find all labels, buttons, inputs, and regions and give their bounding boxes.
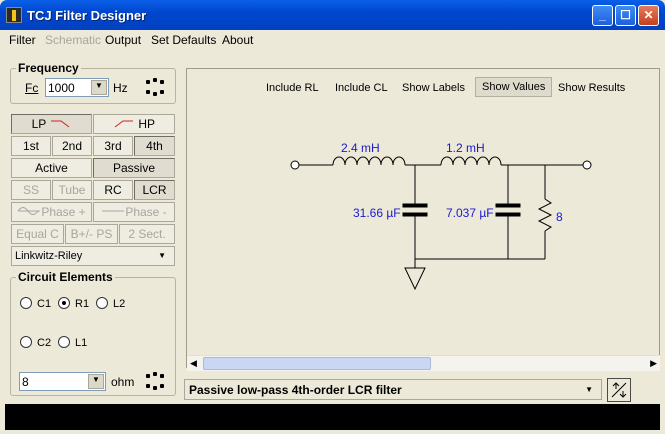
- swap-arrows-icon: [611, 382, 627, 398]
- flat-line-icon: [102, 210, 125, 212]
- chevron-down-icon[interactable]: ▼: [91, 80, 107, 95]
- order-4th-button[interactable]: 4th: [134, 136, 175, 156]
- menu-filter[interactable]: Filter: [9, 33, 36, 47]
- c2-value: 7.037 µF: [446, 206, 494, 220]
- menu-output[interactable]: Output: [105, 33, 141, 47]
- input-terminal: [290, 160, 300, 170]
- c1-value: 31.66 µF: [353, 206, 401, 220]
- radio-l1-label: L1: [75, 337, 88, 349]
- maximize-icon: ☐: [620, 8, 631, 22]
- capacitor-c1-bottom: [402, 212, 428, 217]
- passive-button[interactable]: Passive: [93, 158, 175, 178]
- radio-r1-label: R1: [75, 298, 90, 310]
- close-icon: ✕: [643, 8, 654, 22]
- window-title: TCJ Filter Designer: [27, 8, 147, 23]
- frequency-label: Frequency: [16, 61, 81, 75]
- swap-direction-button[interactable]: [607, 378, 631, 402]
- inductor-l2: [440, 156, 502, 166]
- frequency-combo[interactable]: 1000 ▼: [45, 78, 109, 97]
- order-3rd-button[interactable]: 3rd: [93, 136, 133, 156]
- lp-button[interactable]: LP: [11, 114, 92, 134]
- ss-button[interactable]: SS: [11, 180, 51, 200]
- alignment-value: Linkwitz-Riley: [15, 250, 83, 262]
- radio-r1[interactable]: [58, 297, 70, 309]
- lowpass-icon: [51, 120, 70, 128]
- element-unit: ohm: [111, 375, 135, 389]
- fc-label: Fc: [25, 81, 39, 95]
- chevron-down-icon[interactable]: ▼: [88, 374, 104, 389]
- radio-c2[interactable]: [20, 336, 32, 348]
- minimize-button[interactable]: _: [592, 5, 613, 26]
- description-value: Passive low-pass 4th-order LCR filter: [189, 383, 402, 397]
- phase-plus-button[interactable]: Phase +: [11, 202, 92, 222]
- minimize-icon: _: [599, 8, 606, 22]
- alignment-combo[interactable]: Linkwitz-Riley ▼: [11, 246, 175, 266]
- app-icon: [6, 7, 22, 23]
- element-value: 8: [22, 375, 29, 389]
- schematic-panel: Include RL Include CL Show Labels Show V…: [186, 68, 660, 368]
- menu-schematic[interactable]: Schematic: [45, 33, 101, 47]
- description-combo[interactable]: Passive low-pass 4th-order LCR filter ▼: [184, 379, 602, 400]
- l1-value: 2.4 mH: [341, 141, 380, 155]
- frequency-spinner[interactable]: [146, 78, 172, 98]
- status-bar: [5, 404, 660, 430]
- capacitor-c1-top: [402, 203, 428, 208]
- phase-minus-button[interactable]: Phase -: [93, 202, 175, 222]
- radio-l2[interactable]: [96, 297, 108, 309]
- two-sect-button[interactable]: 2 Sect.: [119, 224, 175, 244]
- element-spinner[interactable]: [146, 372, 172, 392]
- circuit-elements-label: Circuit Elements: [16, 270, 115, 284]
- menu-set-defaults[interactable]: Set Defaults: [151, 33, 216, 47]
- radio-c1-label: C1: [37, 298, 52, 310]
- order-1st-button[interactable]: 1st: [11, 136, 51, 156]
- radio-l2-label: L2: [113, 298, 126, 310]
- tube-button[interactable]: Tube: [52, 180, 92, 200]
- resistor: [537, 198, 553, 232]
- horizontal-scrollbar[interactable]: ◀ ▶: [187, 355, 660, 371]
- scroll-right-icon[interactable]: ▶: [650, 358, 657, 369]
- inductor-l1: [332, 156, 406, 166]
- active-button[interactable]: Active: [11, 158, 92, 178]
- capacitor-c2-bottom: [495, 212, 521, 217]
- schematic-diagram: 2.4 mH 1.2 mH 31.66 µF 7.037 µF 8: [290, 141, 592, 291]
- ground-symbol: [404, 267, 426, 291]
- order-2nd-button[interactable]: 2nd: [52, 136, 92, 156]
- sine-wave-icon: [17, 207, 41, 215]
- maximize-button[interactable]: ☐: [615, 5, 636, 26]
- radio-l1[interactable]: [58, 336, 70, 348]
- b-ps-button[interactable]: B+/- PS: [65, 224, 118, 244]
- equal-c-button[interactable]: Equal C: [11, 224, 64, 244]
- title-bar[interactable]: TCJ Filter Designer _ ☐ ✕: [0, 0, 665, 30]
- l2-value: 1.2 mH: [446, 141, 485, 155]
- radio-c2-label: C2: [37, 337, 52, 349]
- chevron-down-icon: ▼: [585, 385, 593, 394]
- highpass-icon: [114, 120, 133, 128]
- frequency-unit: Hz: [113, 81, 128, 95]
- lcr-button[interactable]: LCR: [134, 180, 175, 200]
- element-value-combo[interactable]: 8 ▼: [19, 372, 106, 391]
- chevron-down-icon: ▼: [158, 251, 166, 260]
- frequency-value: 1000: [48, 81, 75, 95]
- rc-button[interactable]: RC: [93, 180, 133, 200]
- scrollbar-thumb[interactable]: [203, 357, 431, 370]
- resistor-value: 8: [556, 210, 563, 224]
- capacitor-c2-top: [495, 203, 521, 208]
- menu-bar: Filter Schematic Output Set Defaults Abo…: [0, 30, 665, 50]
- close-button[interactable]: ✕: [638, 5, 659, 26]
- scroll-left-icon[interactable]: ◀: [190, 358, 197, 369]
- hp-button[interactable]: HP: [93, 114, 175, 134]
- output-terminal: [582, 160, 592, 170]
- menu-about[interactable]: About: [222, 33, 253, 47]
- radio-c1[interactable]: [20, 297, 32, 309]
